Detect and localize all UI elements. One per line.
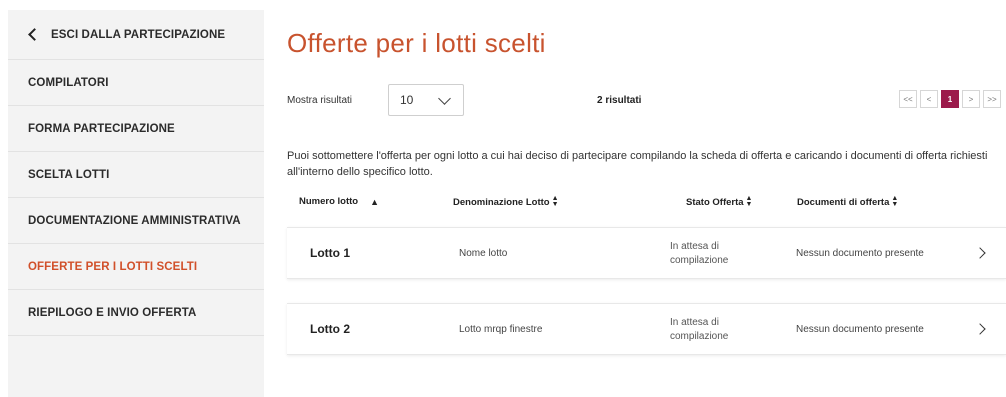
- sidebar-item-label: OFFERTE PER I LOTTI SCELTI: [28, 260, 198, 273]
- pager-first-button[interactable]: <<: [899, 90, 917, 108]
- sort-icon: ▲ ▼: [891, 195, 899, 208]
- sidebar-item-label: FORMA PARTECIPAZIONE: [28, 122, 175, 135]
- page-title: Offerte per i lotti scelti: [287, 28, 546, 58]
- lot-number: Lotto 1: [310, 246, 350, 260]
- sidebar-item-label: RIEPILOGO E INVIO OFFERTA: [28, 306, 197, 319]
- main-content: Offerte per i lotti scelti Mostra risult…: [287, 0, 1006, 397]
- column-header-label: Documenti di offerta: [797, 196, 890, 208]
- sidebar-item-forma-partecipazione[interactable]: FORMA PARTECIPAZIONE: [8, 106, 264, 152]
- results-controls: Mostra risultati 10 2 risultati << < 1 >…: [287, 84, 1006, 118]
- sidebar-item-label: COMPILATORI: [28, 76, 109, 89]
- sidebar-item-compilatori[interactable]: COMPILATORI: [8, 60, 264, 106]
- column-header-label: Denominazione Lotto: [453, 196, 550, 208]
- sidebar-item-riepilogo-invio[interactable]: RIEPILOGO E INVIO OFFERTA: [8, 290, 264, 336]
- page-size-value: 10: [400, 93, 414, 107]
- chevron-down-icon: [438, 92, 451, 105]
- chevron-right-icon[interactable]: [974, 247, 986, 259]
- column-header-label: Numero lotto: [299, 196, 359, 207]
- page-root: ESCI DALLA PARTECIPAZIONE COMPILATORI FO…: [0, 0, 1006, 397]
- offer-documents: Nessun documento presente: [796, 324, 924, 335]
- intro-text: Puoi sottomettere l'offerta per ogni lot…: [287, 150, 988, 178]
- pager-next-button[interactable]: >: [962, 90, 980, 108]
- chevron-right-icon[interactable]: [974, 323, 986, 335]
- show-results-label: Mostra risultati: [287, 95, 353, 106]
- column-header-status[interactable]: Stato Offerta ▲ ▼: [686, 195, 753, 208]
- pager-prev-button[interactable]: <: [920, 90, 938, 108]
- exit-participation-link[interactable]: ESCI DALLA PARTECIPAZIONE: [8, 10, 264, 60]
- offer-status: In attesa di compilazione: [670, 317, 729, 342]
- pager-last-button[interactable]: >>: [983, 90, 1001, 108]
- exit-participation-label: ESCI DALLA PARTECIPAZIONE: [51, 28, 226, 41]
- lot-number: Lotto 2: [310, 322, 350, 336]
- table-header: Numero lotto ▲ Denominazione Lotto ▲ ▼ St…: [287, 195, 1006, 214]
- sidebar-item-documentazione-amministrativa[interactable]: DOCUMENTAZIONE AMMINISTRATIVA: [8, 198, 264, 244]
- lot-name: Lotto mrqp finestre: [459, 324, 543, 335]
- sidebar-item-label: SCELTA LOTTI: [28, 168, 110, 181]
- column-header-label: Stato Offerta: [686, 196, 744, 208]
- chevron-left-icon: [28, 28, 41, 41]
- column-header-documents[interactable]: Documenti di offerta ▲ ▼: [797, 195, 899, 208]
- column-header-lot-name[interactable]: Denominazione Lotto ▲ ▼: [453, 195, 559, 208]
- sidebar: ESCI DALLA PARTECIPAZIONE COMPILATORI FO…: [8, 10, 264, 397]
- sort-icon: ▲ ▼: [551, 195, 559, 208]
- page-size-select[interactable]: 10: [388, 84, 464, 116]
- sidebar-item-offerte-lotti[interactable]: OFFERTE PER I LOTTI SCELTI: [8, 244, 264, 290]
- sort-icon: ▲ ▼: [745, 195, 753, 208]
- sidebar-item-scelta-lotti[interactable]: SCELTA LOTTI: [8, 152, 264, 198]
- sidebar-item-label: DOCUMENTAZIONE AMMINISTRATIVA: [28, 214, 241, 227]
- pagination: << < 1 > >>: [899, 90, 1001, 108]
- pager-page-current[interactable]: 1: [941, 90, 959, 108]
- column-header-lot-number[interactable]: Numero lotto ▲: [299, 196, 379, 207]
- table-row[interactable]: Lotto 1 Nome lotto In attesa di compilaz…: [287, 227, 1006, 279]
- lot-name: Nome lotto: [459, 248, 508, 259]
- offer-documents: Nessun documento presente: [796, 248, 924, 259]
- sort-asc-icon: ▲: [370, 196, 380, 207]
- offer-status: In attesa di compilazione: [670, 241, 729, 266]
- table-row[interactable]: Lotto 2 Lotto mrqp finestre In attesa di…: [287, 303, 1006, 355]
- results-count: 2 risultati: [597, 95, 642, 106]
